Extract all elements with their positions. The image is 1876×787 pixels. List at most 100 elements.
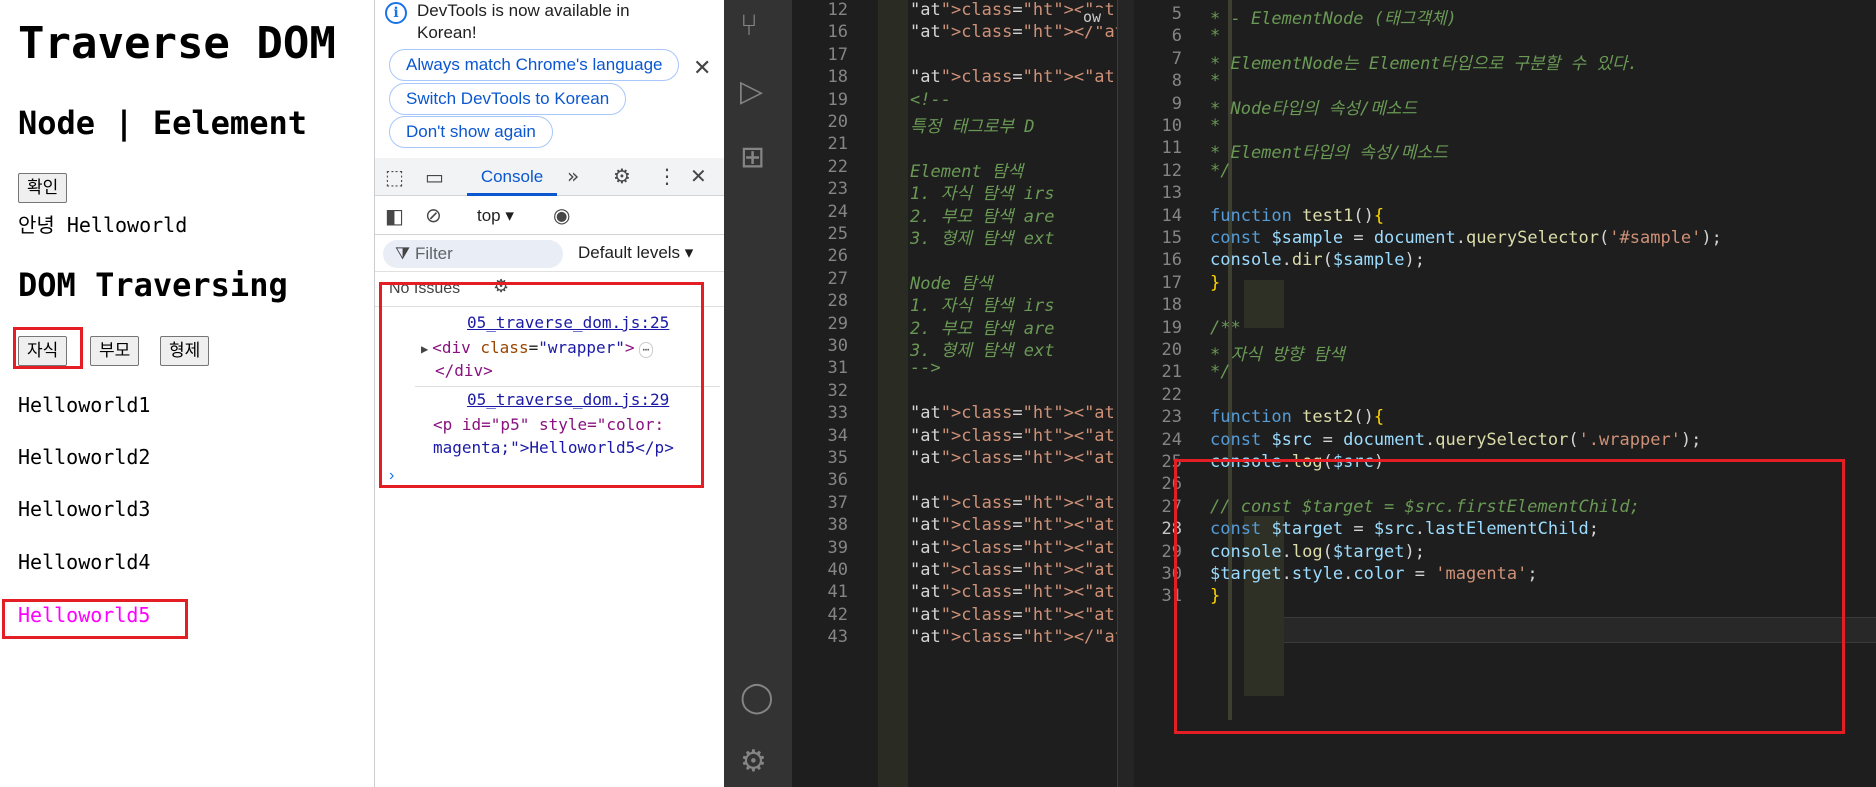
line-number: 11 — [1161, 138, 1182, 159]
code-line[interactable]: * Element타입의 속성/메소드 — [1210, 138, 1448, 163]
code-line[interactable]: const $target = $src.lastElementChild; — [1210, 519, 1599, 539]
line-number: 41 — [827, 582, 848, 603]
source-control-icon[interactable]: ⑂ — [740, 8, 758, 43]
code-line[interactable]: 3. 형제 탐색 ext — [910, 336, 1054, 361]
page-title: Traverse DOM — [18, 18, 336, 69]
list-item: Helloworld3 — [18, 497, 151, 521]
run-debug-icon[interactable]: ▷ — [740, 74, 763, 109]
inspect-element-icon[interactable]: ⬚ — [385, 165, 404, 189]
code-line[interactable]: */ — [1210, 161, 1230, 181]
device-toggle-icon[interactable]: ▭ — [425, 165, 444, 189]
log-element-wrapper[interactable]: ▶ <div class="wrapper"> ⋯ — [421, 336, 654, 361]
filter-input[interactable]: ⧩ Filter — [383, 240, 563, 268]
sibling-button[interactable]: 형제 — [160, 336, 210, 366]
kebab-menu-icon[interactable]: ⋮ — [657, 164, 677, 188]
code-line[interactable]: "at">class="ht"><"at">class="tg">p "at">… — [910, 515, 1117, 535]
code-line[interactable]: /** — [1210, 318, 1241, 338]
code-line[interactable]: 2. 부모 탐색 are — [910, 202, 1054, 227]
line-number: 14 — [1161, 205, 1182, 226]
code-line[interactable]: * - ElementNode (태그객체) — [1210, 4, 1457, 29]
switch-to-korean-button[interactable]: Switch DevTools to Korean — [389, 83, 627, 115]
code-line[interactable]: // const $target = $src.firstElementChil… — [1210, 497, 1640, 517]
code-line[interactable]: console.log($target); — [1210, 542, 1425, 562]
line-number: 29 — [827, 313, 848, 334]
extensions-icon[interactable]: ⊞ — [740, 140, 765, 175]
ellipsis-badge[interactable]: ⋯ — [638, 342, 654, 358]
log-element-p5-line2[interactable]: magenta;">Helloworld5</p> — [433, 436, 674, 459]
code-line[interactable]: "at">class="ht"><"at">class="tg">button … — [910, 426, 1117, 446]
code-line[interactable]: "at">class="ht"><"at">class="tg">p "at">… — [910, 605, 1117, 625]
code-line[interactable]: * ElementNode는 Element타입으로 구분할 수 있다. — [1210, 49, 1638, 74]
close-devtools-icon[interactable]: ✕ — [690, 164, 707, 188]
code-line[interactable]: function test2(){ — [1210, 407, 1384, 427]
parent-button[interactable]: 부모 — [90, 336, 140, 366]
expand-triangle-icon[interactable]: ▶ — [421, 342, 428, 356]
code-line[interactable]: * Node타입의 속성/메소드 — [1210, 94, 1417, 119]
code-line[interactable]: "at">class="ht"><"at">class="tg">div "at… — [910, 493, 1117, 513]
code-line[interactable]: console.log($src) — [1210, 452, 1384, 472]
eye-icon[interactable]: ◉ — [553, 203, 570, 227]
code-line[interactable]: */ — [1210, 362, 1230, 382]
confirm-button[interactable]: 확인 — [18, 173, 68, 203]
line-number: 6 — [1171, 26, 1182, 47]
account-icon[interactable]: ◯ — [740, 680, 774, 715]
log-element-close: </div> — [435, 361, 493, 380]
code-line[interactable]: "at">class="ht"><"at">class="tg">p "at">… — [910, 538, 1117, 558]
line-number: 39 — [827, 537, 848, 558]
log-levels-select[interactable]: Default levels ▾ — [578, 243, 693, 263]
code-line[interactable]: * — [1210, 71, 1220, 91]
editor-pane-js[interactable]: 5 * - ElementNode (태그객체) 6 * 7 * ElementNo… — [1134, 0, 1876, 787]
line-number: 33 — [827, 403, 848, 424]
gear-icon[interactable]: ⚙ — [613, 164, 631, 188]
console-prompt-icon[interactable]: › — [389, 467, 394, 485]
code-line[interactable]: function test1(){ — [1210, 206, 1384, 226]
log-source-link[interactable]: 05_traverse_dom.js:29 — [467, 390, 669, 409]
sidebar-toggle-icon[interactable]: ◧ — [385, 204, 404, 228]
code-line[interactable]: Node 탐색 — [910, 269, 992, 294]
line-number: 19 — [1161, 317, 1182, 338]
code-line[interactable]: <!-- — [910, 90, 951, 110]
code-line[interactable]: "at">class="ht"><"at">class="tg">button … — [910, 448, 1117, 468]
code-line[interactable]: const $sample = document.querySelector('… — [1210, 228, 1722, 248]
code-line[interactable]: 2. 부모 탐색 are — [910, 314, 1054, 339]
manage-gear-icon[interactable]: ⚙ — [740, 744, 767, 779]
context-select[interactable]: top ▾ — [477, 206, 514, 226]
log-element-p5-line1[interactable]: <p id="p5" style="color: — [433, 413, 664, 436]
devtools-toolbar: ⬚ ▭ Console » ⚙ ⋮ ✕ — [375, 158, 725, 196]
line-number: 28 — [1161, 519, 1182, 540]
code-line[interactable]: 1. 자식 탐색 irs — [910, 179, 1054, 204]
code-line[interactable]: } — [1210, 273, 1220, 293]
editor-tab-fragment[interactable]: ow — [1081, 8, 1104, 26]
issues-label[interactable]: No Issues — [389, 280, 460, 298]
line-number: 27 — [827, 268, 848, 289]
code-line[interactable]: "at">class="ht"></"at">class="tg">div> — [910, 627, 1117, 647]
code-line[interactable]: Element 탐색 — [910, 157, 1023, 182]
child-button[interactable]: 자식 — [18, 336, 68, 366]
line-number: 37 — [827, 492, 848, 513]
close-icon[interactable]: ✕ — [693, 56, 711, 81]
dont-show-again-button[interactable]: Don't show again — [389, 116, 553, 148]
editor-pane-html[interactable]: 12 "at">class="ht"><"at">class="tg">div "… — [792, 0, 1117, 787]
code-line[interactable]: $target.style.color = 'magenta'; — [1210, 564, 1538, 584]
tab-console[interactable]: Console — [467, 158, 557, 196]
code-line[interactable]: } — [1210, 586, 1220, 606]
code-line[interactable]: * — [1210, 26, 1220, 46]
issues-settings-icon[interactable]: ⚙ — [493, 276, 509, 297]
code-line[interactable]: * 자식 방향 탐색 — [1210, 340, 1345, 365]
always-match-language-button[interactable]: Always match Chrome's language — [389, 49, 680, 81]
code-line[interactable]: "at">class="ht"><"at">class="tg">button … — [910, 403, 1117, 423]
line-number: 24 — [827, 201, 848, 222]
code-line[interactable]: 3. 형제 탐색 ext — [910, 224, 1054, 249]
more-tabs-icon[interactable]: » — [567, 164, 579, 188]
code-line[interactable]: "at">class="ht"><"at">class="tg">h2>DOM … — [910, 67, 1117, 87]
code-line[interactable]: console.dir($sample); — [1210, 250, 1425, 270]
code-line[interactable]: --> — [910, 358, 941, 378]
code-line[interactable]: "at">class="ht"><"at">class="tg">p "at">… — [910, 560, 1117, 580]
code-line[interactable]: "at">class="ht"><"at">class="tg">p "at">… — [910, 582, 1117, 602]
clear-console-icon[interactable]: ⊘ — [425, 203, 442, 227]
code-line[interactable]: * — [1210, 116, 1220, 136]
code-line[interactable]: const $src = document.querySelector('.wr… — [1210, 430, 1701, 450]
log-source-link[interactable]: 05_traverse_dom.js:25 — [467, 313, 669, 332]
code-line[interactable]: 1. 자식 탐색 irs — [910, 291, 1054, 316]
code-line[interactable]: 특정 태그로부 D — [910, 112, 1035, 137]
